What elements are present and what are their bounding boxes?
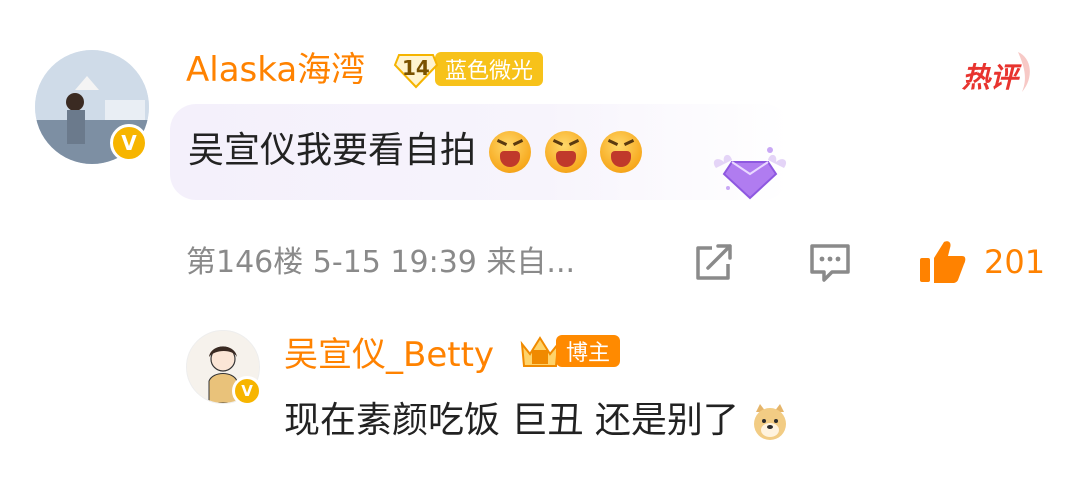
comment-text-row: 吴宣仪我要看自拍	[188, 130, 643, 173]
comment-icon	[810, 244, 850, 282]
hot-comment-label: 热评	[962, 48, 1042, 98]
comment-text: 吴宣仪我要看自拍	[188, 130, 477, 171]
crying-emoji-icon	[544, 131, 587, 173]
crying-emoji-icon	[600, 131, 643, 173]
badge-label: 蓝色微光	[445, 59, 534, 84]
badge-pill: 蓝色微光	[435, 52, 544, 86]
thumbs-up-icon	[920, 241, 966, 283]
level-number: 14	[402, 56, 430, 80]
comment-meta: 第146楼 5-15 19:39 来自...	[186, 245, 576, 280]
verified-v-icon: V	[110, 124, 148, 162]
like-count: 201	[984, 243, 1046, 281]
author-badge-pill: 博主	[556, 335, 621, 367]
purple-diamond-decoration-icon	[708, 140, 792, 208]
diamond-level-icon: 14	[393, 49, 439, 89]
reply-text: 现在素颜吃饭 巨丑 还是别了	[284, 400, 739, 441]
comment-button[interactable]	[806, 240, 854, 286]
reply-username[interactable]: 吴宣仪_Betty	[284, 338, 494, 372]
author-badge-label: 博主	[566, 341, 611, 366]
user-level-badge: 14 蓝色微光	[393, 49, 544, 89]
like-button[interactable]: 201	[918, 238, 1045, 286]
crying-emoji-icon	[489, 131, 532, 173]
share-icon	[696, 244, 732, 280]
verified-v-icon: V	[232, 376, 262, 406]
author-badge: 博主	[518, 332, 621, 370]
commenter-username[interactable]: Alaska海湾	[186, 53, 365, 87]
doge-emoji-icon	[750, 402, 790, 442]
share-button[interactable]	[690, 240, 738, 286]
reply-text-row: 现在素颜吃饭 巨丑 还是别了	[284, 402, 790, 442]
